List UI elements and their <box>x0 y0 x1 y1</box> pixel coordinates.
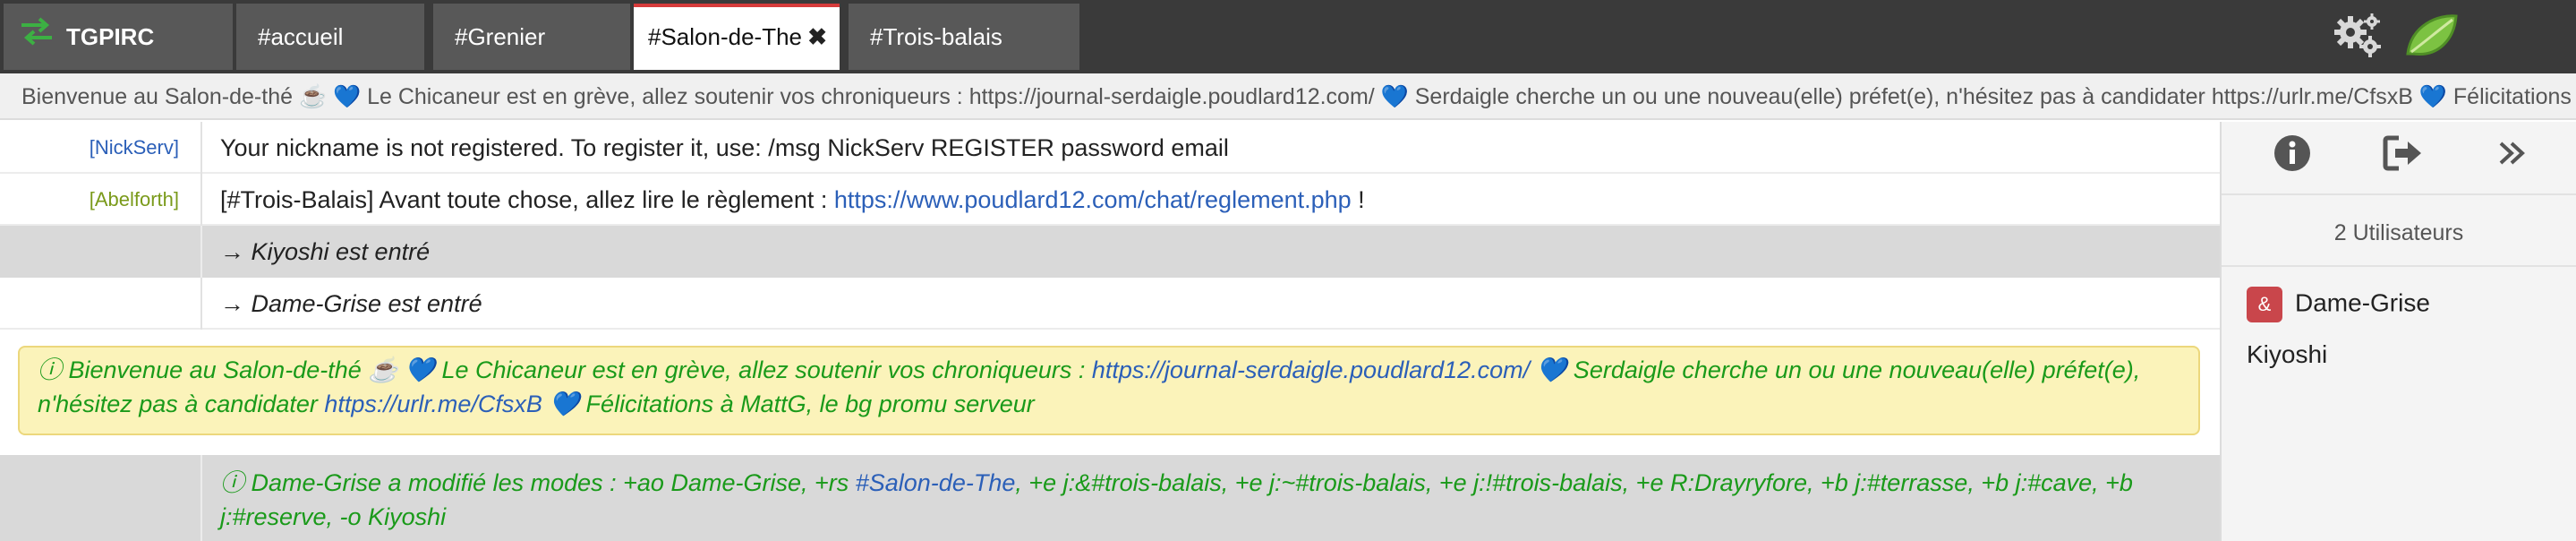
channel-link[interactable]: #Salon-de-The <box>856 469 1016 496</box>
message-text-end: ! <box>1351 186 1365 213</box>
mode-event-text: ⓘ Dame-Grise a modifié les modes : +ao D… <box>220 466 2202 534</box>
tab-label: #Grenier <box>455 23 546 50</box>
user-list-item[interactable]: Kiyoshi <box>2247 340 2327 369</box>
collapse-icon[interactable] <box>2494 134 2529 176</box>
message-list: [NickServ] Your nickname is not register… <box>0 122 2220 541</box>
tab-label: #accueil <box>258 23 344 50</box>
notice-text: 💙 Félicitations à MattG, le bg promu ser… <box>542 391 1035 417</box>
tab-network-tgpirc[interactable]: TGPIRC <box>4 4 233 70</box>
join-event-row: → Kiyoshi est entré <box>0 226 2220 278</box>
topic-notice: ⓘ Bienvenue au Salon-de-thé ☕ 💙 Le Chica… <box>18 346 2200 435</box>
journal-link[interactable]: https://journal-serdaigle.poudlard12.com… <box>1092 356 1530 383</box>
message-row: [Abelforth] [#Trois-Balais] Avant toute … <box>0 174 2220 226</box>
tab-label: TGPIRC <box>66 23 155 50</box>
tab-trois-balais[interactable]: #Trois-balais <box>849 4 1079 70</box>
leaf-logo-icon <box>2402 9 2461 67</box>
info-icon[interactable] <box>2273 134 2311 176</box>
nick-label[interactable]: [Abelforth] <box>0 174 179 226</box>
tab-salon-de-the[interactable]: #Salon-de-The ✖ <box>634 4 840 70</box>
user-list-item[interactable]: & Dame-Grise <box>2247 287 2430 322</box>
user-list-panel: 2 Utilisateurs & Dame-Grise Kiyoshi <box>2220 122 2576 541</box>
tab-label: #Trois-balais <box>870 23 1002 50</box>
close-icon[interactable]: ✖ <box>807 7 827 66</box>
join-event-row: → Dame-Grise est entré <box>0 278 2220 330</box>
tab-label: #Salon-de-The <box>648 23 802 50</box>
join-event-text: → Kiyoshi est entré <box>220 238 431 265</box>
user-name: Kiyoshi <box>2247 340 2328 368</box>
notice-text: ⓘ Bienvenue au Salon-de-thé ☕ 💙 Le Chica… <box>38 356 1092 383</box>
mode-text: ⓘ Dame-Grise a modifié les modes : +ao D… <box>220 469 856 496</box>
tab-accueil[interactable]: #accueil <box>236 4 424 70</box>
join-event-text: → Dame-Grise est entré <box>220 290 482 317</box>
nick-label[interactable]: [NickServ] <box>0 122 179 174</box>
candidature-link[interactable]: https://urlr.me/CfsxB <box>324 391 542 417</box>
message-text: Your nickname is not registered. To regi… <box>220 134 1229 161</box>
divider <box>2222 265 2576 267</box>
op-badge: & <box>2247 287 2282 322</box>
user-count: 2 Utilisateurs <box>2333 220 2464 245</box>
rules-link[interactable]: https://www.poudlard12.com/chat/reglemen… <box>834 186 1352 213</box>
channel-topic: Bienvenue au Salon-de-thé ☕ 💙 Le Chicane… <box>0 73 2576 120</box>
message-text: [#Trois-Balais] Avant toute chose, allez… <box>220 174 2202 226</box>
settings-gears-icon[interactable] <box>2331 9 2384 67</box>
message-row: [NickServ] Your nickname is not register… <box>0 122 2220 174</box>
user-name: Dame-Grise <box>2295 288 2430 317</box>
message-text-start: [#Trois-Balais] Avant toute chose, allez… <box>220 186 834 213</box>
swap-arrows-icon <box>18 5 55 72</box>
leave-channel-icon[interactable] <box>2383 134 2424 176</box>
tab-grenier[interactable]: #Grenier <box>433 4 630 70</box>
channel-tab-bar: TGPIRC #accueil #Grenier #Salon-de-The ✖… <box>0 0 2576 73</box>
mode-event-row: ⓘ Dame-Grise a modifié les modes : +ao D… <box>0 455 2220 541</box>
gears-icon <box>2334 13 2381 57</box>
sidebar-toolbar <box>2222 122 2576 183</box>
